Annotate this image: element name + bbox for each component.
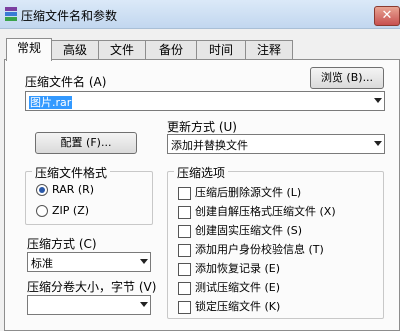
chevron-down-icon[interactable]: [140, 259, 148, 264]
chevron-down-icon[interactable]: [374, 98, 382, 103]
method-select[interactable]: 标准: [27, 252, 151, 272]
tab-strip: 常规 高级 文件 备份 时间 注释: [0, 38, 400, 61]
radio-selected-icon: [36, 184, 48, 196]
checkbox-label: 创建自解压格式压缩文件 (X): [195, 205, 336, 218]
method-label: 压缩方式 (C): [27, 237, 97, 251]
checkbox-label: 测试压缩文件 (E): [195, 281, 281, 294]
title-bar: 压缩文件名和参数 ✕: [0, 0, 400, 29]
update-mode-value: 添加并替换文件: [171, 139, 248, 152]
split-size-combobox[interactable]: [27, 295, 151, 315]
auth-info-checkbox[interactable]: 添加用户身份校验信息 (T): [178, 241, 324, 257]
tab-backup[interactable]: 备份: [145, 40, 197, 60]
options-group: 压缩选项 压缩后删除源文件 (L) 创建自解压格式压缩文件 (X) 创建固实压缩…: [167, 164, 384, 319]
test-archive-checkbox[interactable]: 测试压缩文件 (E): [178, 279, 280, 295]
options-group-title: 压缩选项: [174, 164, 229, 181]
browse-button[interactable]: 浏览 (B)...: [310, 67, 384, 89]
config-button[interactable]: 配置 (F)...: [35, 132, 137, 154]
checkbox-label: 添加恢复记录 (E): [195, 262, 281, 275]
solid-checkbox[interactable]: 创建固实压缩文件 (S): [178, 222, 302, 238]
archive-name-combobox[interactable]: 图片.rar: [25, 91, 385, 111]
checkbox-label: 锁定压缩文件 (K): [195, 300, 281, 313]
close-button[interactable]: ✕: [374, 6, 400, 26]
chevron-down-icon[interactable]: [140, 302, 148, 307]
sfx-checkbox[interactable]: 创建自解压格式压缩文件 (X): [178, 203, 336, 219]
archive-name-value: 图片.rar: [29, 96, 73, 109]
tab-general[interactable]: 常规: [6, 38, 52, 61]
checkbox-icon: [178, 186, 191, 200]
archive-name-label: 压缩文件名 (A): [25, 75, 107, 89]
winrar-icon: [5, 7, 17, 21]
rar-radio[interactable]: RAR (R): [36, 183, 94, 196]
lock-archive-checkbox[interactable]: 锁定压缩文件 (K): [178, 298, 280, 314]
tab-time[interactable]: 时间: [196, 40, 246, 60]
checkbox-label: 压缩后删除源文件 (L): [195, 186, 302, 199]
tab-comment[interactable]: 注释: [245, 40, 293, 60]
chevron-down-icon[interactable]: [374, 141, 382, 146]
close-icon: ✕: [381, 8, 393, 23]
method-value: 标准: [31, 257, 53, 270]
checkbox-icon: [178, 300, 191, 314]
split-label: 压缩分卷大小，字节 (V): [27, 280, 157, 294]
checkbox-label: 添加用户身份校验信息 (T): [195, 243, 324, 256]
checkbox-icon: [178, 205, 191, 219]
checkbox-icon: [178, 224, 191, 238]
zip-radio-label: ZIP (Z): [52, 204, 90, 217]
format-group: 压缩文件格式 RAR (R) ZIP (Z): [25, 164, 153, 225]
format-group-title: 压缩文件格式: [32, 164, 111, 181]
delete-after-checkbox[interactable]: 压缩后删除源文件 (L): [178, 184, 301, 200]
update-mode-label: 更新方式 (U): [167, 120, 237, 134]
checkbox-icon: [178, 281, 191, 295]
window-title: 压缩文件名和参数: [21, 9, 118, 23]
rar-radio-label: RAR (R): [52, 183, 95, 196]
update-mode-select[interactable]: 添加并替换文件: [167, 134, 385, 154]
checkbox-icon: [178, 262, 191, 276]
general-panel: 压缩文件名 (A) 浏览 (B)... 图片.rar 更新方式 (U) 配置 (…: [4, 59, 400, 331]
checkbox-icon: [178, 243, 191, 257]
tab-advanced[interactable]: 高级: [51, 40, 99, 60]
tab-files[interactable]: 文件: [98, 40, 146, 60]
zip-radio[interactable]: ZIP (Z): [36, 204, 89, 217]
checkbox-label: 创建固实压缩文件 (S): [195, 224, 303, 237]
radio-unselected-icon: [36, 205, 48, 217]
recovery-record-checkbox[interactable]: 添加恢复记录 (E): [178, 260, 280, 276]
